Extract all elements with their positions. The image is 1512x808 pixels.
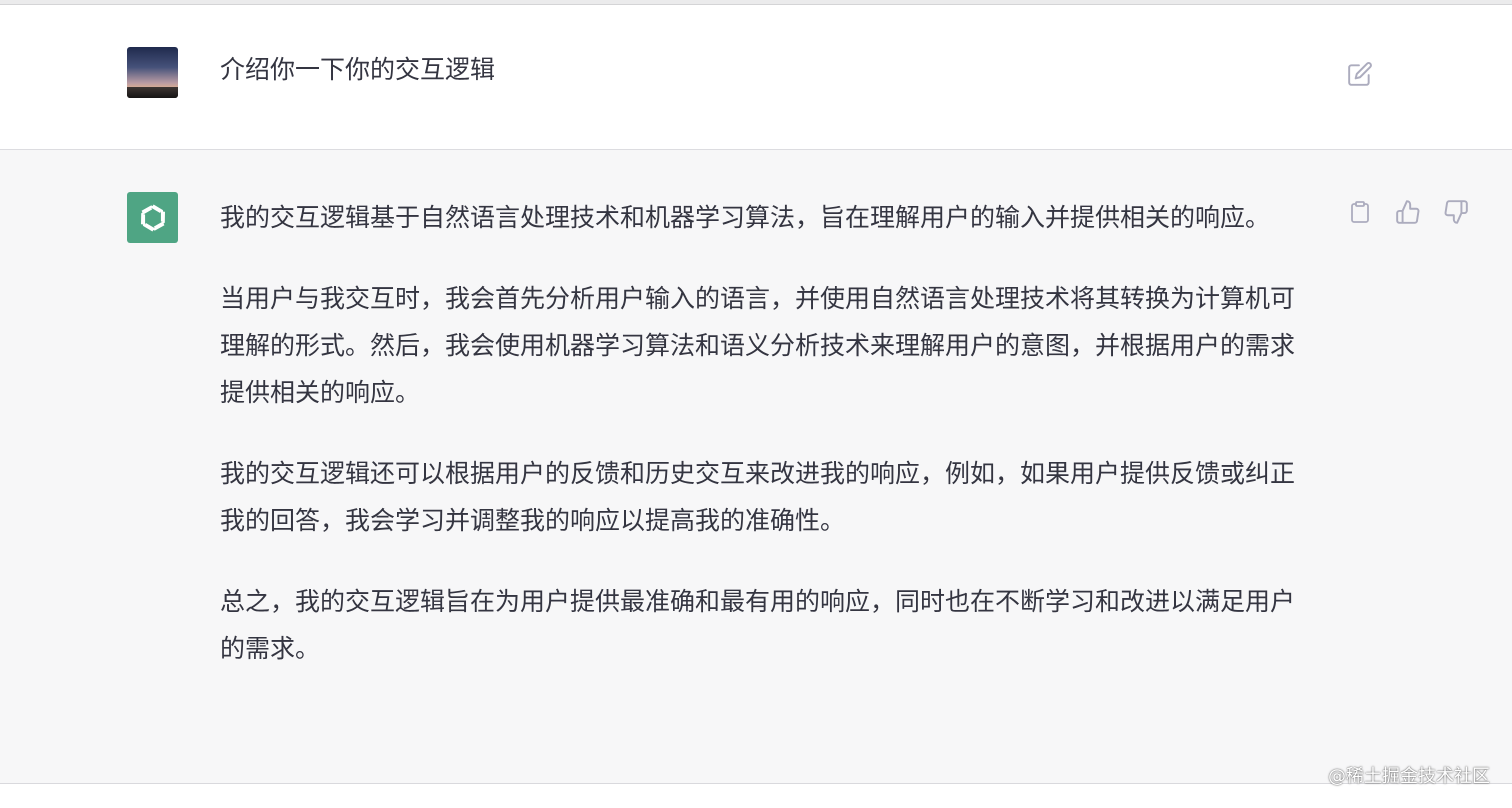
message-paragraph: 我的交互逻辑还可以根据用户的反馈和历史交互来改进我的响应，例如，如果用户提供反馈… (220, 459, 1296, 535)
avatar-horizon (127, 87, 178, 98)
thumbs-up-button[interactable] (1392, 196, 1424, 228)
copy-icon (1351, 201, 1369, 223)
message-paragraph: 我的交互逻辑基于自然语言处理技术和机器学习算法，旨在理解用户的输入并提供相关的响… (220, 203, 1271, 232)
thumbs-down-button[interactable] (1440, 196, 1472, 228)
chatgpt-avatar (127, 192, 178, 243)
thumbs-down-icon (1444, 200, 1468, 224)
edit-button[interactable] (1344, 58, 1376, 90)
user-message-row: 介绍你一下你的交互逻辑 (0, 6, 1512, 149)
assistant-message-text: 我的交互逻辑基于自然语言处理技术和机器学习算法，旨在理解用户的输入并提供相关的响… (220, 194, 1312, 706)
chatgpt-logo-icon (140, 203, 165, 232)
copy-button[interactable] (1344, 196, 1376, 228)
edit-icon (1348, 62, 1372, 86)
top-border (0, 0, 1512, 5)
user-message-text: 介绍你一下你的交互逻辑 (220, 55, 496, 84)
message-paragraph: 总之，我的交互逻辑旨在为用户提供最准确和最有用的响应，同时也在不断学习和改进以满… (220, 587, 1296, 663)
user-avatar (127, 47, 178, 98)
watermark-text: @稀土掘金技术社区 (1328, 766, 1490, 787)
bottom-area (0, 784, 1512, 808)
message-paragraph: 当用户与我交互时，我会首先分析用户输入的语言，并使用自然语言处理技术将其转换为计… (220, 284, 1296, 407)
assistant-message-row: 我的交互逻辑基于自然语言处理技术和机器学习算法，旨在理解用户的输入并提供相关的响… (0, 150, 1512, 783)
thumbs-up-icon (1396, 200, 1420, 224)
